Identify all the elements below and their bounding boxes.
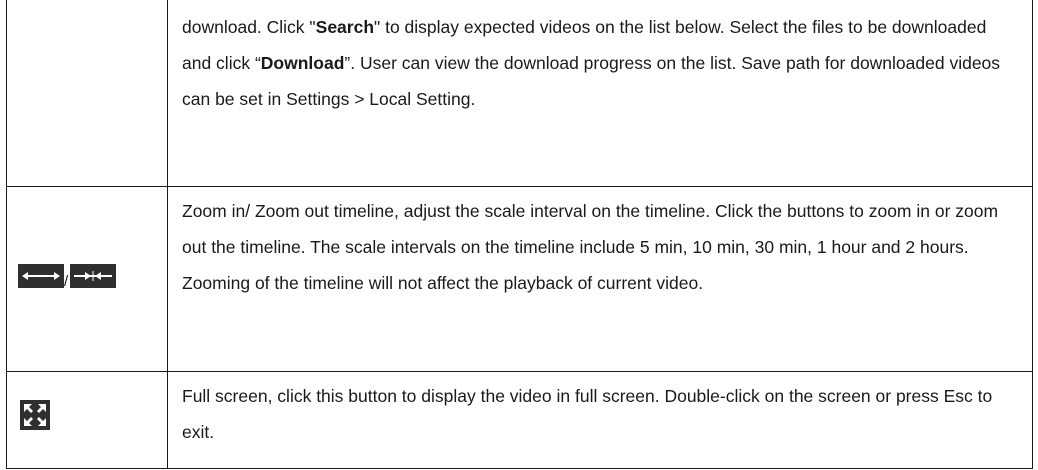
row-2-icon-cell: /	[6, 187, 168, 371]
table-border-right	[1032, 0, 1033, 469]
fullscreen-description: Full screen, click this button to displa…	[182, 386, 993, 442]
download-keyword: Download	[260, 53, 345, 73]
description-table: download. Click "Search" to display expe…	[6, 0, 1033, 469]
table-border-bottom	[6, 468, 1033, 469]
zoom-out-timeline-icon	[70, 264, 116, 288]
zoom-description: Zoom in/ Zoom out timeline, adjust the s…	[182, 201, 999, 293]
icon-separator: /	[64, 273, 69, 290]
zoom-in-timeline-icon	[18, 264, 64, 288]
download-description: download. Click "Search" to display expe…	[182, 9, 1020, 117]
row-1-icon-cell	[6, 0, 168, 186]
text-segment: download. Click "	[182, 17, 316, 37]
row-3-icon-cell	[6, 372, 168, 468]
fullscreen-icon	[20, 400, 50, 430]
search-keyword: Search	[315, 17, 375, 37]
